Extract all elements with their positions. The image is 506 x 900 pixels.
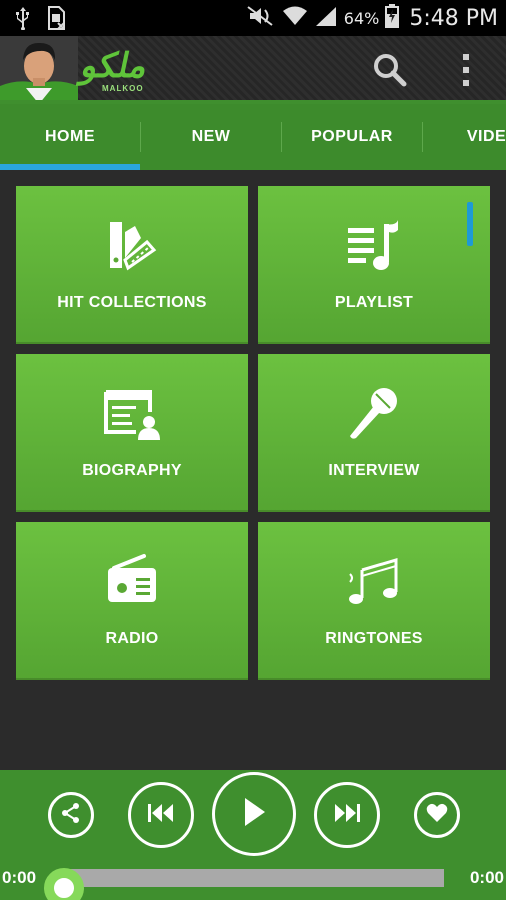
seek-thumb[interactable] — [44, 868, 84, 900]
next-icon — [333, 802, 361, 829]
share-icon — [60, 802, 82, 829]
logo-text: ملکو — [77, 46, 153, 86]
sim-card-icon — [46, 6, 66, 35]
scrollbar-thumb[interactable] — [467, 202, 473, 246]
search-icon[interactable] — [370, 50, 410, 90]
battery-percent: 64% — [343, 9, 380, 28]
signal-icon — [314, 5, 338, 32]
tab-bar: HOME NEW POPULAR VIDEO — [0, 104, 506, 170]
tab-new[interactable]: NEW — [141, 104, 281, 170]
overflow-menu-icon[interactable] — [448, 50, 484, 90]
tab-popular[interactable]: POPULAR — [282, 104, 422, 170]
favorite-button[interactable] — [414, 792, 460, 838]
clock: 5:48 PM — [409, 6, 498, 31]
logo-subtext: MALKOO — [102, 84, 144, 93]
playlist-icon — [344, 216, 404, 276]
tile-label: PLAYLIST — [334, 294, 414, 311]
radio-icon — [102, 552, 162, 612]
share-button[interactable] — [48, 792, 94, 838]
tile-label: HIT COLLECTIONS — [57, 294, 207, 311]
tile-label: BIOGRAPHY — [82, 462, 182, 479]
color-swatch-icon — [102, 216, 162, 276]
tab-home[interactable]: HOME — [0, 104, 140, 170]
player-controls — [0, 770, 506, 860]
tile-label: INTERVIEW — [328, 462, 420, 479]
app-bar: ملکو MALKOO — [0, 36, 506, 104]
tile-interview[interactable]: INTERVIEW — [258, 354, 490, 512]
elapsed-time: 0:00 — [2, 868, 37, 887]
seek-area: 0:00 0:00 — [0, 860, 506, 900]
profile-card-icon — [102, 384, 162, 444]
category-grid: HIT COLLECTIONS PLAYLIST BIOGRAPHY INTER… — [0, 170, 506, 770]
total-time: 0:00 — [469, 868, 504, 887]
tile-label: RADIO — [105, 630, 159, 647]
next-button[interactable] — [314, 782, 380, 848]
tile-playlist[interactable]: PLAYLIST — [258, 186, 490, 344]
previous-button[interactable] — [128, 782, 194, 848]
microphone-icon — [344, 384, 404, 444]
play-button[interactable] — [212, 772, 296, 856]
tile-label: RINGTONES — [325, 630, 423, 647]
previous-icon — [147, 802, 175, 829]
tile-ringtones[interactable]: RINGTONES — [258, 522, 490, 680]
favorite-icon — [426, 803, 448, 828]
tile-biography[interactable]: BIOGRAPHY — [16, 354, 248, 512]
tab-video[interactable]: VIDEO — [423, 104, 506, 170]
play-icon — [241, 796, 267, 833]
app-logo: ملکو MALKOO — [72, 44, 158, 100]
seek-bar[interactable] — [44, 868, 444, 900]
battery-charging-icon — [385, 4, 400, 33]
tile-radio[interactable]: RADIO — [16, 522, 248, 680]
tile-hit-collections[interactable]: HIT COLLECTIONS — [16, 186, 248, 344]
mute-icon — [246, 5, 276, 32]
status-bar: 64% 5:48 PM — [0, 0, 506, 36]
avatar — [0, 36, 78, 104]
usb-icon — [14, 6, 32, 35]
music-notes-icon — [344, 552, 404, 612]
wifi-icon — [282, 5, 308, 32]
